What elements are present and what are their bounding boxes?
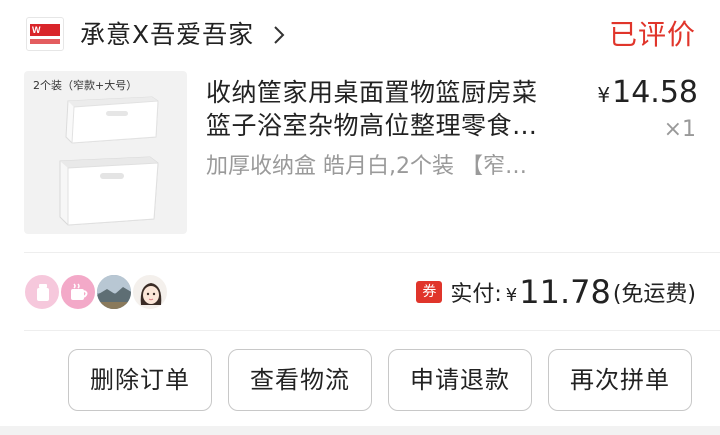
request-refund-button[interactable]: 申请退款 xyxy=(388,349,532,411)
avatar xyxy=(60,274,96,310)
paid-amount: 11.78 xyxy=(519,273,611,311)
avatar xyxy=(132,274,168,310)
unit-price: ¥14.58 xyxy=(597,75,698,113)
store-logo-strip xyxy=(30,39,60,44)
group-avatars[interactable] xyxy=(24,274,168,312)
divider xyxy=(24,330,720,331)
quantity: ×1 xyxy=(663,117,696,142)
store-logo[interactable]: W xyxy=(26,17,64,51)
order-header: W 承意X吾爱吾家 已评价 xyxy=(0,0,720,66)
review-status-badge: 已评价 xyxy=(608,18,696,51)
paid-label: 实付: xyxy=(450,282,502,307)
unit-price-value: 14.58 xyxy=(612,75,698,110)
currency-symbol: ¥ xyxy=(505,284,518,306)
avatar xyxy=(24,274,60,310)
store-logo-mark: W xyxy=(30,24,60,36)
store-name[interactable]: 承意X吾爱吾家 xyxy=(80,18,254,52)
shipping-note: (免运费) xyxy=(612,282,696,307)
storage-basket-illustration xyxy=(59,96,159,226)
avatar xyxy=(96,274,132,310)
regroup-order-button[interactable]: 再次拼单 xyxy=(548,349,692,411)
chevron-right-icon[interactable] xyxy=(272,25,286,45)
product-title-line: 篮子浴室杂物高位整理零食… xyxy=(206,111,538,140)
product-spec: 加厚收纳盒 皓月白,2个装 【窄… xyxy=(206,154,527,179)
divider xyxy=(24,252,720,253)
currency-symbol: ¥ xyxy=(597,83,611,107)
product-image[interactable]: 2个装（窄款+大号） xyxy=(24,71,187,234)
coupon-badge: 券 xyxy=(416,281,443,303)
product-title-line: 收纳筐家用桌面置物篮厨房菜 xyxy=(206,78,538,107)
delete-order-button[interactable]: 删除订单 xyxy=(68,349,212,411)
section-separator xyxy=(0,426,720,435)
view-logistics-button[interactable]: 查看物流 xyxy=(228,349,372,411)
order-total: 券 实付: ¥ 11.78 (免运费) xyxy=(416,272,696,312)
product-title[interactable]: 收纳筐家用桌面置物篮厨房菜 篮子浴室杂物高位整理零食… xyxy=(206,76,586,142)
